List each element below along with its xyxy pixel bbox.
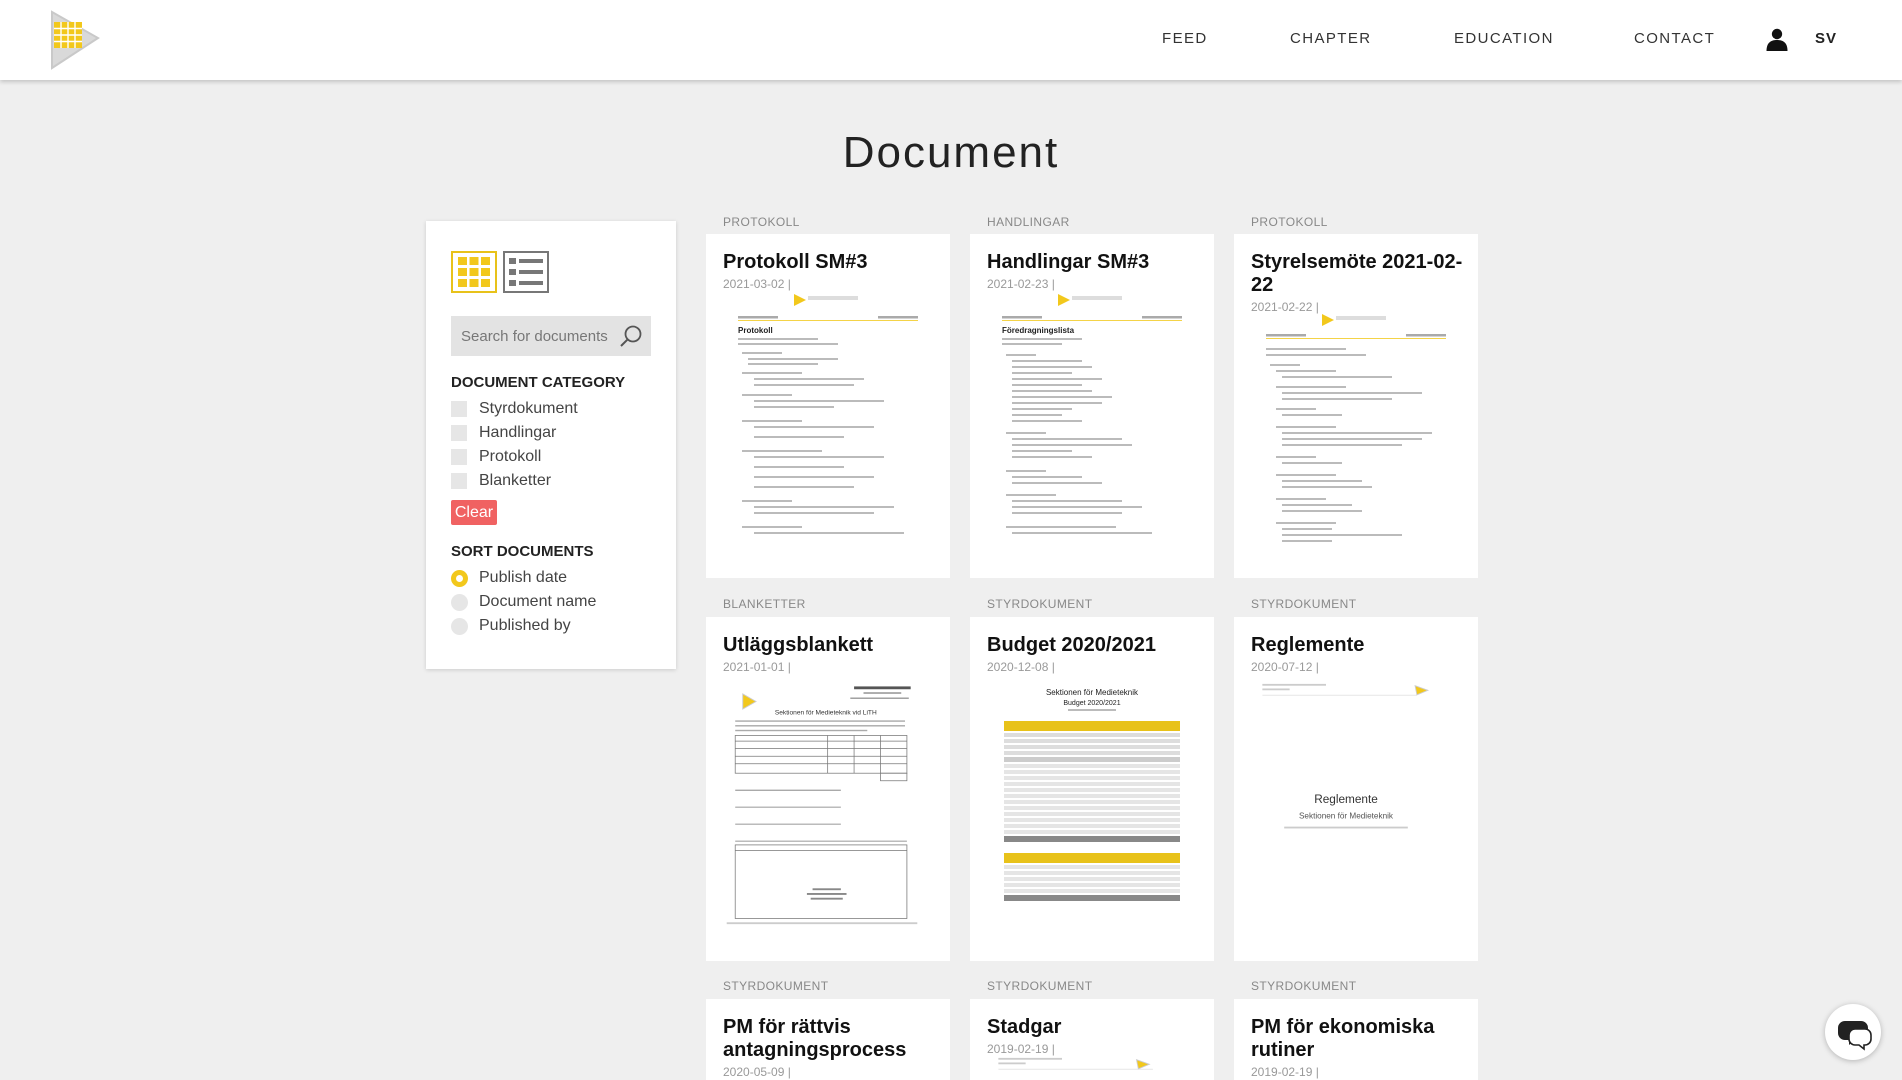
category-label: Blanketter [479,472,552,489]
sort-label: Publish date [479,569,568,586]
list-icon [509,258,543,286]
thumbnail-heading: Reglemente [1314,792,1378,806]
document-date: 2021-01-01 | [723,660,791,674]
nav-education[interactable]: EDUCATION [1454,30,1554,47]
document-category-label: STYRDOKUMENT [1251,597,1357,611]
checkbox[interactable] [451,449,467,465]
document-category-label: STYRDOKUMENT [1251,979,1357,993]
sort-option-published-by[interactable]: Published by [451,615,591,637]
thumbnail-heading: Föredragningslista [1002,326,1075,335]
document-card[interactable]: Stadgar 2019-02-19 | [970,999,1214,1080]
document-category-label: STYRDOKUMENT [987,597,1093,611]
document-card[interactable]: Handlingar SM#3 2021-02-23 | Föredragnin… [970,234,1214,578]
chat-icon [1838,1021,1872,1051]
nav-chapter[interactable]: CHAPTER [1290,30,1371,47]
document-title: Styrelsemöte 2021-02-22 [1251,251,1463,296]
document-card[interactable]: Styrelsemöte 2021-02-22 2021-02-22 | [1234,234,1478,578]
document-title: Handlingar SM#3 [987,251,1150,273]
thumbnail-subheading: Budget 2020/2021 [1063,700,1120,707]
category-option-blanketter[interactable]: Blanketter [451,470,591,492]
radio-button[interactable] [451,594,468,611]
document-category-label: STYRDOKUMENT [723,979,829,993]
document-title: Reglemente [1251,634,1365,656]
category-option-handlingar[interactable]: Handlingar [451,422,591,444]
list-view-button[interactable] [503,251,549,293]
sort-heading: SORT DOCUMENTS [451,543,594,560]
category-label: Styrdokument [479,400,578,417]
thumbnail-subheading: Sektionen för Medieteknik [1299,811,1394,820]
checkbox[interactable] [451,425,467,441]
document-category-label: STYRDOKUMENT [987,979,1093,993]
document-card[interactable]: Utläggsblankett 2021-01-01 | Sektionen f… [706,617,950,961]
document-thumbnail: Reglemente Sektionen för Medieteknik [1262,683,1430,829]
category-option-styrdokument[interactable]: Styrdokument [451,398,591,420]
document-title: Utläggsblankett [723,634,874,656]
sort-label: Published by [479,617,571,634]
document-title: Budget 2020/2021 [987,634,1156,656]
document-thumbnail: Föredragningslista [1002,294,1182,534]
top-navigation-bar: FEED CHAPTER EDUCATION CONTACT SV [0,0,1902,80]
document-date: 2019-02-19 | [1251,1065,1319,1079]
clear-button[interactable]: Clear [451,500,497,525]
language-switch[interactable]: SV [1815,30,1837,47]
document-category-label: BLANKETTER [723,597,806,611]
document-date: 2021-02-23 | [987,277,1055,291]
filter-sidebar: DOCUMENT CATEGORY Styrdokument Handlinga… [426,221,676,669]
document-title: PM för rättvis antagningsprocess [723,1016,907,1061]
radio-button[interactable] [451,570,468,587]
document-title: PM för ekonomiska rutiner [1251,1016,1435,1061]
document-thumbnail: Protokoll [738,294,918,534]
category-label: Handlingar [479,424,557,441]
logo-icon[interactable] [46,8,102,72]
grid-icon [458,257,490,287]
thumbnail-heading: Sektionen för Medieteknik vid LiTH [775,710,877,717]
thumbnail-heading: Sektionen för Medieteknik [1046,688,1139,697]
category-label: Protokoll [479,448,542,465]
document-date: 2020-12-08 | [987,660,1055,674]
document-date: 2021-03-02 | [723,277,791,291]
document-thumbnail [1266,314,1446,542]
document-date: 2019-02-19 | [987,1042,1055,1056]
sort-option-publish-date[interactable]: Publish date [451,567,591,589]
search-input[interactable] [451,316,621,356]
radio-button[interactable] [451,618,468,635]
document-date: 2020-05-09 | [723,1065,791,1079]
document-thumbnail: Sektionen för Medieteknik vid LiTH [726,686,918,925]
category-option-protokoll[interactable]: Protokoll [451,446,591,468]
document-title: Stadgar [987,1016,1062,1038]
search-box [451,316,651,356]
document-title: Protokoll SM#3 [723,251,868,273]
sort-label: Document name [479,593,597,610]
document-card[interactable]: Protokoll SM#3 2021-03-02 | Protokoll [706,234,950,578]
document-thumbnail [998,1057,1153,1070]
document-thumbnail: Sektionen för Medieteknik Budget 2020/20… [1004,688,1180,901]
document-category-label: PROTOKOLL [1251,215,1328,229]
search-icon[interactable] [619,324,643,348]
category-heading: DOCUMENT CATEGORY [451,374,626,391]
document-card[interactable]: Reglemente 2020-07-12 | Reglemente Sekti… [1234,617,1478,961]
user-icon[interactable] [1765,27,1789,51]
checkbox[interactable] [451,473,467,489]
document-card[interactable]: PM för rättvis antagningsprocess 2020-05… [706,999,950,1080]
page-title: Document [842,128,1060,177]
document-date: 2020-07-12 | [1251,660,1319,674]
thumbnail-heading: Protokoll [738,326,773,335]
document-card[interactable]: Budget 2020/2021 2020-12-08 | Sektionen … [970,617,1214,961]
nav-feed[interactable]: FEED [1162,30,1208,47]
document-category-label: HANDLINGAR [987,215,1070,229]
checkbox[interactable] [451,401,467,417]
document-category-label: PROTOKOLL [723,215,800,229]
document-card[interactable]: PM för ekonomiska rutiner 2019-02-19 | [1234,999,1478,1080]
nav-contact[interactable]: CONTACT [1634,30,1715,47]
grid-view-button[interactable] [451,251,497,293]
sort-option-document-name[interactable]: Document name [451,591,596,613]
chat-button[interactable] [1825,1004,1881,1060]
